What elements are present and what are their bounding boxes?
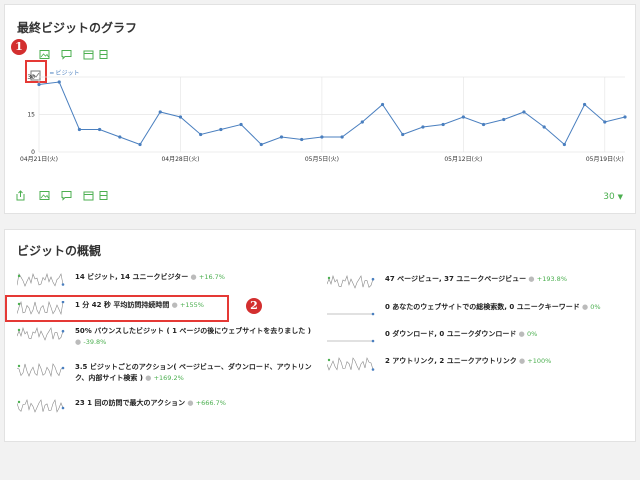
data-point [441,122,445,127]
image-icon[interactable] [39,186,50,200]
calendar-icon[interactable] [98,186,109,200]
overview-item-delta: +169.2% [153,374,184,382]
data-point [178,115,183,119]
dot-icon: ● [581,303,589,311]
overview-item: 0 あなたのウェブサイトでの総検索数, 0 ユニークキーワード ● 0% [385,302,633,313]
series-line [38,81,626,146]
data-point [158,110,162,114]
overview-item-text: 0 ダウンロード, 0 ユニークダウンロード [385,330,517,338]
overview-item-delta: -39.8% [83,338,107,346]
data-point [623,115,627,119]
x-tick-label: 05月5日(火) [305,156,339,163]
visits-graph-card: 最終ビジットのグラフ 1 ━ ビジット 0 15 30 04月21日(火) 04月28日… [4,4,636,214]
overview-item: 47 ページビュー, 37 ユニークページビュー ● +193.8% [385,274,633,285]
data-point [502,117,506,122]
sparkline[interactable] [16,362,65,381]
x-tick-label: 04月28日(火) [161,156,199,163]
overview-item-text: 23 1 回の訪問で最大のアクション [75,399,186,407]
sparkline[interactable] [16,398,65,417]
data-point [562,142,566,147]
data-point [37,82,41,87]
dot-icon: ● [518,357,526,365]
x-tick-label: 05月19日(火) [586,156,624,163]
overview-item: 3.5 ビジットごとのアクション( ページビュー、ダウンロード、アウトリンク、内… [75,362,315,384]
data-point [279,135,284,139]
data-point [603,120,607,124]
sparkline[interactable] [327,329,375,348]
data-point [481,122,486,127]
data-point [57,80,61,84]
sparkline[interactable] [326,356,375,375]
overview-item-delta: +100% [527,357,552,365]
period-value: 30 [603,192,615,202]
dot-icon: ● [145,374,152,382]
overview-item-delta: +666.7% [195,399,226,407]
dot-icon: ● [190,273,197,281]
data-point [401,132,405,137]
overview-item-text: 0 あなたのウェブサイトでの総検索数, 0 ユニークキーワード [385,303,580,311]
data-point [340,135,344,139]
data-point [118,135,122,139]
overview-item: 23 1 回の訪問で最大のアクション ● +666.7% [75,398,315,409]
data-point [320,135,324,139]
overview-item-text: 2 アウトリンク, 2 ユニークアウトリンク [385,357,517,365]
y-tick-label: 0 [31,149,35,156]
visits-overview-title: ビジットの概観 [17,244,102,258]
overview-item: 50% バウンスしたビジット ( 1 ページの後にウェブサイトを去りました ) … [75,326,315,348]
x-tick-label: 05月12日(火) [444,156,482,163]
data-point [98,127,102,132]
overview-item: 2 アウトリンク, 2 ユニークアウトリンク ● +100% [385,356,633,367]
data-point [421,125,425,129]
x-tick-label: 04月21日(火) [20,156,58,163]
overview-item-text: 47 ページビュー, 37 ユニークページビュー [385,275,527,283]
overview-item-delta: 0% [590,303,601,311]
data-point [461,115,465,119]
data-point [300,137,304,142]
annotation-number-2: 2 [246,298,262,314]
dot-icon: ● [518,330,525,338]
period-selector[interactable]: 30 ▼ [603,192,623,202]
data-point [239,122,243,127]
dot-icon: ● [75,338,82,346]
sparkline[interactable] [326,274,375,293]
data-point [380,102,385,107]
data-point [138,142,142,147]
dot-icon: ● [187,399,194,407]
sparkline[interactable] [327,302,375,321]
sparkline[interactable] [16,326,65,345]
visits-overview-card: ビジットの概観 14 ビジット, 14 ユニークビジター ● +16.7% 1 分… [4,229,636,442]
data-point [542,125,546,129]
overview-item-delta: +16.7% [198,273,225,281]
data-point [219,127,223,132]
overview-item-text: 14 ビジット, 14 ユニークビジター [75,273,189,281]
overview-item-text: 50% バウンスしたビジット ( 1 ページの後にウェブサイトを去りました ) [75,327,311,335]
comment-icon[interactable] [61,186,72,201]
data-point [522,110,526,114]
export-icon[interactable] [15,186,26,201]
data-point [77,127,82,132]
highlight-box-2 [5,295,229,322]
sparkline[interactable] [16,272,65,291]
overview-item: 14 ビジット, 14 ユニークビジター ● +16.7% [75,272,315,283]
visits-line-chart: 0 15 30 04月21日(火) 04月28日(火) 05月5日(火) 05月12日(火)… [20,74,627,163]
dot-icon: ● [528,275,535,283]
overview-item-delta: +193.8% [536,275,567,283]
overview-item: 0 ダウンロード, 0 ユニークダウンロード ● 0% [385,329,633,340]
data-point [259,142,263,147]
y-tick-label: 30 [27,74,35,81]
chevron-down-icon: ▼ [617,193,623,201]
overview-item-delta: 0% [527,330,538,338]
data-point [199,132,203,137]
data-point [360,120,364,124]
y-tick-label: 15 [27,112,35,119]
calendar-icon[interactable] [83,186,94,201]
overview-item-text: 3.5 ビジットごとのアクション( ページビュー、ダウンロード、アウトリンク、内… [75,363,312,382]
data-point [582,102,587,107]
